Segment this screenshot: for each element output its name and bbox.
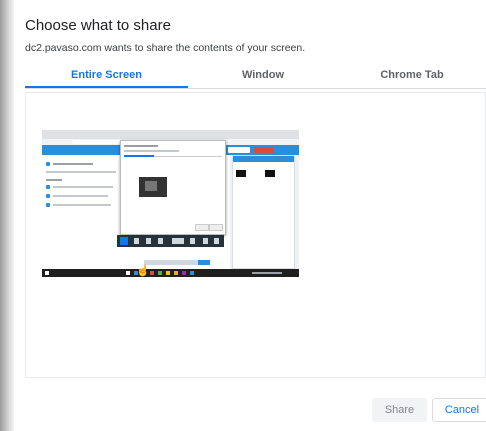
share-button[interactable]: Share [372, 398, 427, 422]
thumbnail-share-bar-button [198, 260, 210, 265]
thumbnail-taskbar-icon [182, 271, 186, 275]
thumbnail-start-icon [45, 271, 49, 275]
dialog-subtitle: dc2.pavaso.com wants to share the conten… [25, 42, 306, 54]
thumbnail-icon [46, 185, 50, 189]
dialog-title: Choose what to share [25, 17, 171, 34]
thumbnail-text-line [53, 186, 113, 188]
thumbnail-share-modal [120, 140, 226, 235]
thumbnail-taskbar-icon [158, 271, 162, 275]
screen-thumbnail[interactable]: ☝ [42, 130, 299, 277]
thumbnail-text-line [124, 150, 179, 152]
thumbnail-meeting-toolbar [117, 235, 224, 247]
thumbnail-toolbar-icon [146, 238, 151, 244]
thumbnail-text-line [53, 195, 108, 197]
tab-chrome-tab[interactable]: Chrome Tab [338, 64, 486, 86]
thumbnail-taskbar-icon [166, 271, 170, 275]
thumbnail-text-line [46, 179, 62, 181]
thumbnail-side-header [233, 156, 294, 162]
thumbnail-modal-button [209, 224, 223, 231]
thumbnail-toolbar-icon [158, 238, 163, 244]
thumbnail-taskbar-icon [174, 271, 178, 275]
share-source-tabs: Entire Screen Window Chrome Tab [25, 64, 486, 89]
source-list: ☝ [25, 92, 486, 378]
thumbnail-text-line [46, 171, 116, 173]
mouse-cursor-icon: ☝ [136, 265, 150, 277]
thumbnail-taskbar-icon [150, 271, 154, 275]
tab-entire-screen[interactable]: Entire Screen [25, 64, 188, 88]
cancel-button[interactable]: Cancel [432, 398, 486, 422]
thumbnail-modal-active-tab [124, 155, 154, 157]
tab-window[interactable]: Window [188, 64, 338, 86]
thumbnail-video-tile [236, 170, 246, 177]
share-screen-dialog: Choose what to share dc2.pavaso.com want… [14, 0, 486, 431]
thumbnail-toolbar-icon [214, 238, 219, 244]
thumbnail-modal-button [195, 224, 209, 231]
thumbnail-taskbar-icon [126, 271, 130, 275]
thumbnail-header-button-red [254, 147, 274, 153]
thumbnail-tray [252, 272, 282, 274]
thumbnail-toolbar-icon [134, 238, 139, 244]
thumbnail-text-line [53, 163, 93, 165]
thumbnail-modal-preview-inner [145, 181, 157, 191]
thumbnail-taskbar-icon [190, 271, 194, 275]
window-shadow [0, 0, 14, 431]
thumbnail-icon [46, 203, 50, 207]
thumbnail-header-button [228, 147, 250, 153]
thumbnail-icon [46, 162, 50, 166]
thumbnail-toolbar-icon [203, 238, 208, 244]
thumbnail-share-bar [144, 260, 198, 265]
thumbnail-browser-tabbar [42, 130, 299, 139]
thumbnail-icon [46, 194, 50, 198]
thumbnail-text-line [124, 145, 158, 147]
thumbnail-toolbar-icon [172, 238, 184, 244]
thumbnail-toolbar-icon [190, 238, 195, 244]
thumbnail-side-panel [232, 155, 295, 269]
thumbnail-video-tile [265, 170, 275, 177]
thumbnail-toolbar-active-icon [120, 237, 128, 245]
thumbnail-text-line [53, 204, 111, 206]
